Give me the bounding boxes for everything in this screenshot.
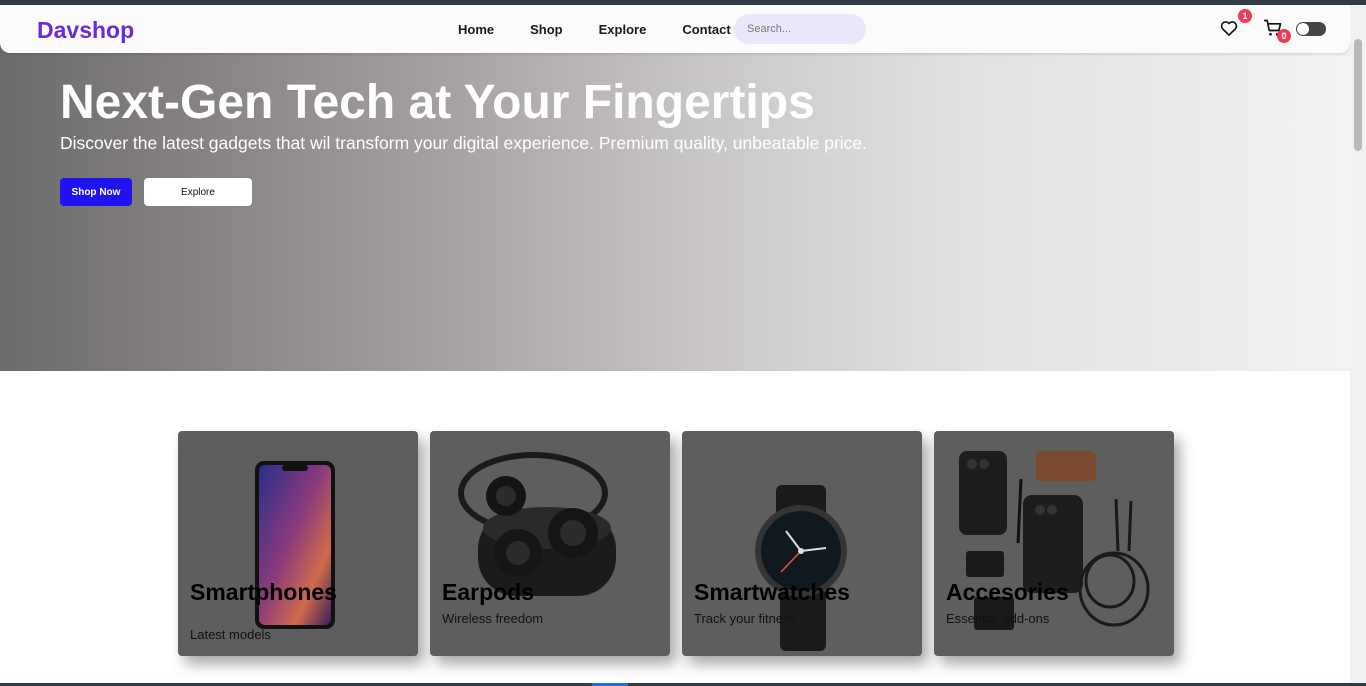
hero-section: Next-Gen Tech at Your Fingertips Discove…: [0, 5, 1350, 371]
nav-link-home[interactable]: Home: [458, 22, 494, 37]
toggle-knob: [1297, 23, 1309, 35]
explore-button[interactable]: Explore: [144, 178, 252, 206]
smartphone-image: [255, 461, 335, 629]
category-card-accessories[interactable]: Accesories Essential add-ons: [934, 431, 1174, 656]
search-input[interactable]: [734, 14, 866, 44]
nav-link-contact[interactable]: Contact: [682, 22, 730, 37]
category-description: Essential add-ons: [946, 611, 1050, 626]
logo[interactable]: Davshop: [37, 17, 134, 44]
nav-link-shop[interactable]: Shop: [530, 22, 563, 37]
category-title: Smartwatches: [694, 579, 850, 605]
category-title: Smartphones: [190, 579, 337, 605]
hero-subtitle: Discover the latest gadgets that wil tra…: [60, 133, 868, 153]
heart-icon: [1220, 21, 1238, 36]
wishlist-badge: 1: [1238, 9, 1252, 23]
shop-now-button[interactable]: Shop Now: [60, 178, 132, 206]
category-card-earpods[interactable]: Earpods Wireless freedom: [430, 431, 670, 656]
category-card-smartwatches[interactable]: Smartwatches Track your fitness: [682, 431, 922, 656]
category-description: Latest models: [190, 627, 271, 642]
theme-toggle[interactable]: [1296, 22, 1326, 36]
category-card-smartphones[interactable]: Smartphones Latest models: [178, 431, 418, 656]
wishlist-button[interactable]: 1: [1219, 9, 1252, 38]
category-description: Track your fitness: [694, 611, 797, 626]
cart-button[interactable]: 0: [1263, 18, 1291, 43]
scrollbar-thumb[interactable]: [1354, 39, 1362, 151]
category-description: Wireless freedom: [442, 611, 544, 626]
hero-title: Next-Gen Tech at Your Fingertips: [60, 76, 815, 129]
nav-link-explore[interactable]: Explore: [599, 22, 647, 37]
nav-links: Home Shop Explore Contact: [458, 22, 767, 37]
category-title: Accesories: [946, 579, 1069, 605]
scrollbar[interactable]: [1350, 5, 1366, 683]
cart-badge: 0: [1277, 29, 1291, 43]
navbar: Davshop Home Shop Explore Contact 1 0: [0, 5, 1350, 53]
category-title: Earpods: [442, 579, 535, 605]
